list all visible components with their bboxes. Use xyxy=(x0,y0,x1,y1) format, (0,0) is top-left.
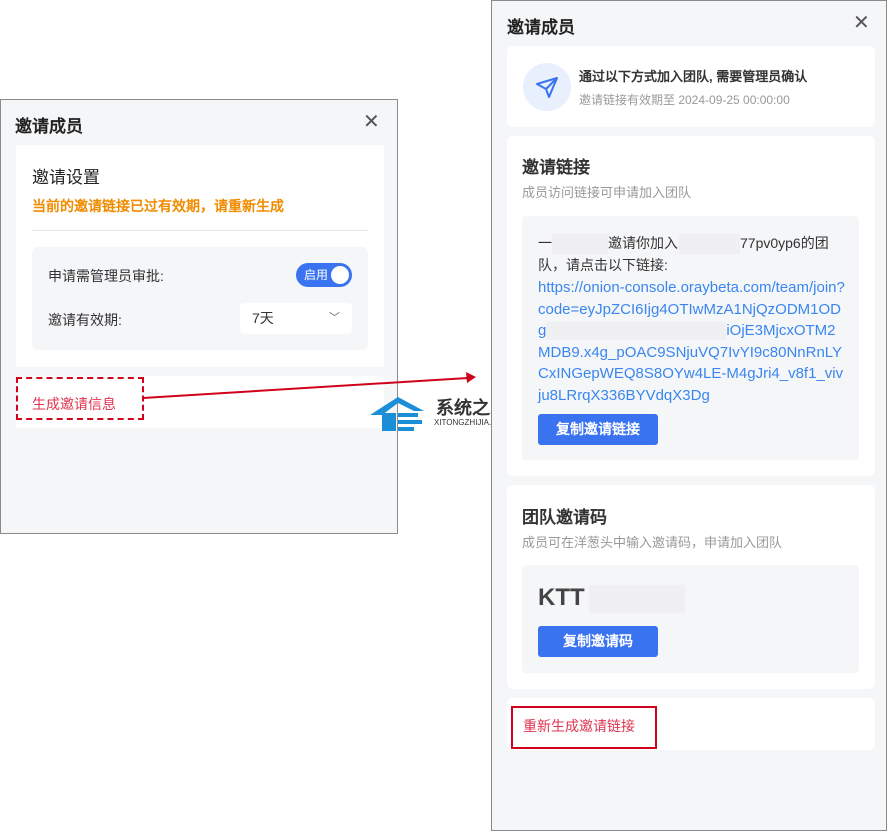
annotation-box xyxy=(511,706,657,749)
link-title: 邀请链接 xyxy=(522,158,590,177)
msg-prefix: 一 xyxy=(538,235,552,251)
notice-card: 通过以下方式加入团队, 需要管理员确认 邀请链接有效期至 2024-09-25 … xyxy=(507,46,875,127)
code-title: 团队邀请码 xyxy=(522,508,607,527)
invite-dialog-result: 邀请成员 ✕ 通过以下方式加入团队, 需要管理员确认 邀请链接有效期至 2024… xyxy=(491,0,887,831)
invite-message: 一邀请你加入 77pv0yp6的团队，请点击以下链接: xyxy=(538,232,844,276)
code-card: 团队邀请码 成员可在洋葱头中输入邀请码，申请加入团队 KTT 复制邀请码 xyxy=(507,485,875,689)
code-subtitle: 成员可在洋葱头中输入邀请码，申请加入团队 xyxy=(522,535,783,550)
link-box: 一邀请你加入 77pv0yp6的团队，请点击以下链接: https://onion… xyxy=(522,216,859,460)
notice-title: 通过以下方式加入团队, 需要管理员确认 xyxy=(579,69,808,84)
link-card: 邀请链接 成员访问链接可申请加入团队 一邀请你加入 77pv0yp6的团队，请点击… xyxy=(507,136,875,476)
code-box: KTT 复制邀请码 xyxy=(522,565,859,673)
notice-expiry: 邀请链接有效期至 2024-09-25 00:00:00 xyxy=(579,93,790,107)
copy-link-button[interactable]: 复制邀请链接 xyxy=(538,414,658,445)
invite-url[interactable]: https://onion-console.oraybeta.com/team/… xyxy=(538,277,846,406)
watermark-logo: 系统之家 XITONGZHIJIA.NET xyxy=(368,393,508,438)
close-icon[interactable]: ✕ xyxy=(853,10,870,35)
house-logo-icon xyxy=(370,397,424,431)
paper-plane-icon xyxy=(523,63,571,111)
dialog-title: 邀请成员 xyxy=(507,18,575,37)
link-subtitle: 成员访问链接可申请加入团队 xyxy=(522,185,692,200)
copy-code-button[interactable]: 复制邀请码 xyxy=(538,626,658,657)
msg-mid: 邀请你加入 xyxy=(608,235,678,251)
invite-code: KTT xyxy=(538,584,685,613)
code-value: KTT xyxy=(538,584,585,611)
